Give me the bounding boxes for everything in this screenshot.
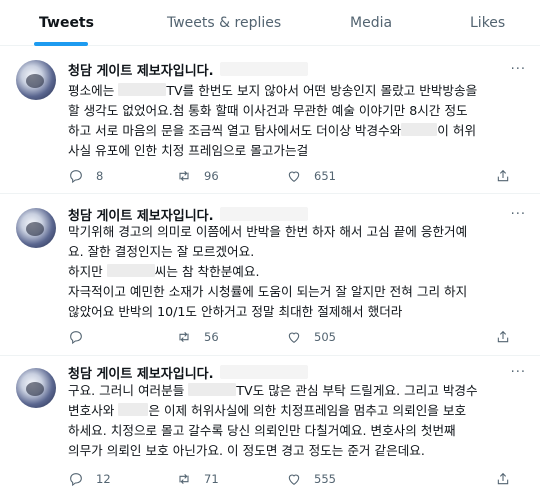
reply-icon <box>70 170 82 184</box>
retweet-count: 71 <box>204 472 219 486</box>
active-tab-indicator <box>34 42 88 46</box>
like-count: 651 <box>314 169 336 183</box>
redacted-handle <box>219 365 308 379</box>
share-button[interactable] <box>495 328 511 346</box>
retweet-button[interactable]: 96 <box>176 167 219 185</box>
share-icon <box>497 169 509 182</box>
share-button[interactable] <box>495 470 511 488</box>
tab-tweets[interactable]: Tweets <box>39 0 94 46</box>
redaction <box>118 403 149 416</box>
retweet-button[interactable]: 56 <box>176 328 219 346</box>
tweet-actions: 12 71 555 <box>68 470 511 488</box>
like-count: 505 <box>314 330 336 344</box>
retweet-button[interactable]: 71 <box>176 470 219 488</box>
reply-count: 8 <box>96 169 104 183</box>
tweet-text: 구요. 그러니 여러분들 TV도 많은 관심 부탁 드릴게요. 그리고 박경수 … <box>68 383 478 458</box>
author-name[interactable]: 청담 게이트 제보자입니다. <box>68 205 214 224</box>
author-name[interactable]: 청담 게이트 제보자입니다. <box>68 60 214 79</box>
tweet-actions: 8 96 651 <box>68 167 511 185</box>
tweet-header: 청담 게이트 제보자입니다. <box>68 363 308 382</box>
retweet-icon <box>179 331 189 343</box>
retweet-count: 96 <box>204 169 219 183</box>
like-button[interactable]: 651 <box>286 167 336 185</box>
share-button[interactable] <box>495 167 511 185</box>
retweet-icon <box>179 473 189 485</box>
reply-icon <box>70 331 82 345</box>
retweet-icon <box>179 170 189 182</box>
avatar[interactable] <box>16 368 56 408</box>
tweet[interactable]: 청담 게이트 제보자입니다. ··· 구요. 그러니 여러분들 TV도 많은 관… <box>0 357 540 496</box>
more-options-icon[interactable]: ··· <box>511 207 526 222</box>
tweet-text: 평소에는 TV를 한번도 보지 않아서 어떤 방송인지 몰랐고 반박방송을 할 … <box>68 83 478 158</box>
redacted-handle <box>219 62 308 76</box>
profile-tabs: Tweets Tweets & replies Media Likes <box>0 0 540 46</box>
like-count: 555 <box>314 472 336 486</box>
redacted-handle <box>219 207 308 221</box>
tweet-text: 막기위해 경고의 의미로 이쯤에서 반박을 한번 하자 해서 고심 끝에 응한거… <box>68 224 468 319</box>
reply-button[interactable] <box>68 328 96 346</box>
redaction <box>188 383 237 396</box>
tweet-actions: 56 505 <box>68 328 511 346</box>
more-options-icon[interactable]: ··· <box>511 365 526 380</box>
like-button[interactable]: 555 <box>286 470 336 488</box>
author-name[interactable]: 청담 게이트 제보자입니다. <box>68 363 214 382</box>
reply-button[interactable]: 12 <box>68 470 111 488</box>
tweet-header: 청담 게이트 제보자입니다. <box>68 60 308 79</box>
share-icon <box>497 330 509 343</box>
tab-tweets-and-replies[interactable]: Tweets & replies <box>167 0 281 46</box>
heart-icon <box>288 171 300 182</box>
tab-media[interactable]: Media <box>350 0 392 46</box>
redaction <box>118 83 167 96</box>
more-options-icon[interactable]: ··· <box>511 62 526 77</box>
tab-likes[interactable]: Likes <box>470 0 505 46</box>
reply-count: 12 <box>96 472 111 486</box>
avatar[interactable] <box>16 60 56 100</box>
heart-icon <box>288 332 300 343</box>
avatar[interactable] <box>16 208 56 248</box>
like-button[interactable]: 505 <box>286 328 336 346</box>
redaction <box>401 123 438 136</box>
heart-icon <box>288 474 300 485</box>
retweet-count: 56 <box>204 330 219 344</box>
tweet[interactable]: 청담 게이트 제보자입니다. ··· 평소에는 TV를 한번도 보지 않아서 어… <box>0 47 540 194</box>
tweet[interactable]: 청담 게이트 제보자입니다. ··· 막기위해 경고의 의미로 이쯤에서 반박을… <box>0 195 540 356</box>
reply-icon <box>70 473 82 487</box>
share-icon <box>497 472 509 485</box>
tweet-header: 청담 게이트 제보자입니다. <box>68 205 308 224</box>
reply-button[interactable]: 8 <box>68 167 103 185</box>
redaction <box>106 264 155 277</box>
